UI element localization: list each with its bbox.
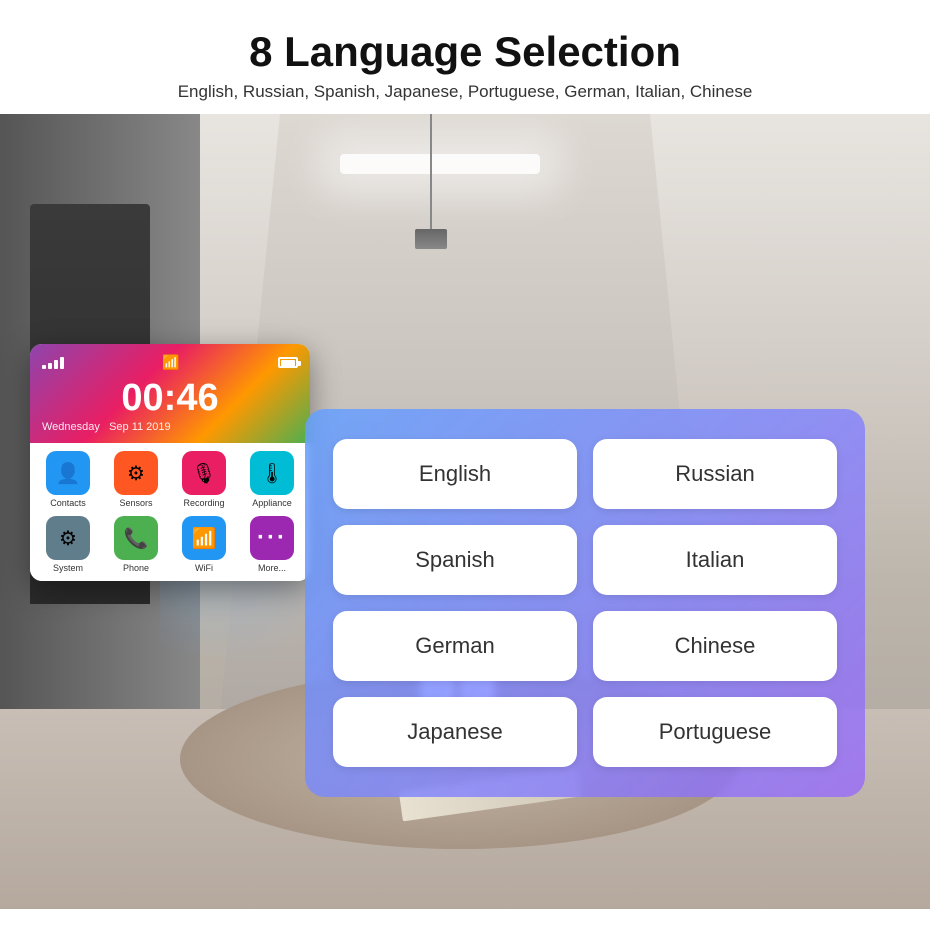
lang-russian[interactable]: Russian <box>593 439 837 509</box>
lang-italian[interactable]: Italian <box>593 525 837 595</box>
page-subtitle: English, Russian, Spanish, Japanese, Por… <box>20 82 910 102</box>
device-time: 00:46 <box>42 379 298 417</box>
ceiling-light <box>340 154 540 174</box>
device-date-val: Sep 11 2019 <box>109 421 171 433</box>
app-system[interactable]: ⚙ System <box>38 516 98 573</box>
device-panel: 📶 00:46 Wednesday Sep 11 2019 👤 Contacts… <box>30 344 310 581</box>
contacts-label: Contacts <box>50 498 86 508</box>
language-grid: English Russian Spanish Italian German C… <box>333 439 837 767</box>
system-label: System <box>53 563 83 573</box>
phone-icon: 📞 <box>114 516 158 560</box>
lang-portuguese[interactable]: Portuguese <box>593 697 837 767</box>
device-day: Wednesday <box>42 421 100 433</box>
app-wifi[interactable]: 📶 WiFi <box>174 516 234 573</box>
recording-label: Recording <box>183 498 224 508</box>
signal-bars <box>42 357 64 369</box>
bar2 <box>48 363 52 369</box>
lang-spanish[interactable]: Spanish <box>333 525 577 595</box>
contacts-icon: 👤 <box>46 451 90 495</box>
more-label: More... <box>258 563 286 573</box>
phone-label: Phone <box>123 563 149 573</box>
app-more[interactable]: ··· More... <box>242 516 302 573</box>
wifi-app-icon: 📶 <box>182 516 226 560</box>
bar4 <box>60 357 64 369</box>
system-icon: ⚙ <box>46 516 90 560</box>
battery-icon <box>278 357 298 368</box>
device-date: Wednesday Sep 11 2019 <box>42 421 298 433</box>
bar3 <box>54 360 58 369</box>
language-panel: English Russian Spanish Italian German C… <box>305 409 865 797</box>
app-contacts[interactable]: 👤 Contacts <box>38 451 98 508</box>
pendant-shade <box>415 229 447 249</box>
app-phone[interactable]: 📞 Phone <box>106 516 166 573</box>
app-recording[interactable]: 🎙 Recording <box>174 451 234 508</box>
more-icon: ··· <box>250 516 294 560</box>
page-header: 8 Language Selection English, Russian, S… <box>0 0 930 114</box>
appliance-icon: 🌡 <box>250 451 294 495</box>
bar1 <box>42 365 46 369</box>
wifi-label: WiFi <box>195 563 213 573</box>
pendant-cord <box>430 114 432 234</box>
recording-icon: 🎙 <box>182 451 226 495</box>
app-sensors[interactable]: ⚙ Sensors <box>106 451 166 508</box>
lang-chinese[interactable]: Chinese <box>593 611 837 681</box>
sensors-icon: ⚙ <box>114 451 158 495</box>
lang-japanese[interactable]: Japanese <box>333 697 577 767</box>
app-appliance[interactable]: 🌡 Appliance <box>242 451 302 508</box>
sensors-label: Sensors <box>119 498 152 508</box>
status-bar: 📶 <box>42 354 298 371</box>
appliance-label: Appliance <box>252 498 292 508</box>
device-screen: 📶 00:46 Wednesday Sep 11 2019 <box>30 344 310 443</box>
page-title: 8 Language Selection <box>20 28 910 76</box>
main-scene: 📶 00:46 Wednesday Sep 11 2019 👤 Contacts… <box>0 114 930 909</box>
app-grid: 👤 Contacts ⚙ Sensors 🎙 Recording 🌡 Appli… <box>30 443 310 581</box>
battery-fill <box>281 360 295 367</box>
lang-german[interactable]: German <box>333 611 577 681</box>
wifi-icon: 📶 <box>162 354 179 371</box>
lang-english[interactable]: English <box>333 439 577 509</box>
